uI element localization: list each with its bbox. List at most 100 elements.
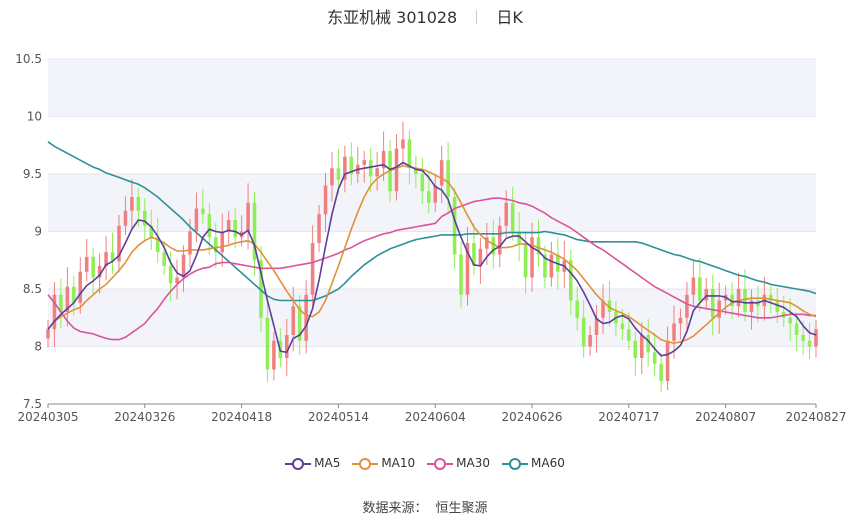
candle-body — [162, 252, 166, 266]
candle-body — [375, 168, 379, 177]
legend-marker-icon — [285, 457, 312, 470]
y-tick-label: 8.5 — [23, 282, 42, 296]
candle-body — [46, 329, 50, 339]
legend-marker-icon — [352, 457, 379, 470]
candle-body — [646, 335, 650, 353]
candle-body — [246, 202, 250, 232]
candle-body — [143, 210, 147, 226]
candle-body — [678, 317, 683, 324]
candle-body — [685, 294, 689, 318]
candle-body — [401, 139, 405, 149]
grid-band — [48, 59, 816, 117]
candle-body — [710, 289, 715, 318]
candle-body — [575, 300, 579, 318]
candlestick-chart: 7.5 8 8.5 9 9.5 10 10.5 20240305 20240326 2024041… — [15, 52, 846, 424]
candle-body — [265, 317, 270, 370]
chart-legend: MA5 MA10 MA30 MA60 — [0, 456, 850, 471]
candle-body — [323, 185, 328, 215]
candle-body — [368, 160, 373, 177]
candle-body — [310, 243, 315, 295]
candle-body — [52, 294, 57, 330]
legend-item-ma30[interactable]: MA30 — [427, 456, 490, 471]
candle-body — [530, 237, 534, 278]
candle-body — [220, 231, 225, 253]
candle-body — [691, 277, 696, 295]
legend-label: MA10 — [381, 456, 416, 470]
candle-body — [233, 220, 237, 238]
legend-label: MA60 — [531, 456, 565, 470]
candle-body — [394, 148, 399, 192]
candle-body — [801, 335, 805, 341]
y-tick-label: 10.5 — [15, 52, 42, 66]
data-source: 数据来源： 恒生聚源 — [0, 497, 850, 516]
candle-body — [291, 306, 296, 335]
candle-body — [659, 363, 663, 381]
candle-body — [743, 289, 747, 312]
candle-body — [207, 214, 212, 238]
x-tick-label: 20240418 — [211, 410, 272, 424]
candle-body — [698, 277, 702, 301]
candle-body — [285, 335, 289, 358]
candle-body — [652, 352, 657, 364]
source-value: 恒生聚源 — [435, 501, 488, 516]
candle-body — [272, 340, 276, 370]
legend-item-ma60[interactable]: MA60 — [502, 456, 565, 471]
y-tick-label: 10 — [27, 110, 42, 124]
y-tick-label: 7.5 — [23, 397, 42, 411]
candle-body — [452, 197, 457, 255]
legend-item-ma5[interactable]: MA5 — [285, 456, 340, 471]
candle-body — [788, 317, 792, 324]
candle-body — [168, 266, 173, 284]
candle-body — [362, 160, 367, 165]
candle-body — [807, 340, 812, 347]
candle-body — [123, 210, 128, 226]
candle-body — [194, 208, 199, 232]
candle-body — [201, 208, 205, 215]
candle-body — [704, 289, 709, 301]
candle-body — [523, 243, 528, 278]
candle-body — [439, 160, 444, 186]
candle-body — [794, 323, 799, 335]
x-tick-label: 20240514 — [308, 410, 369, 424]
candle-body — [426, 191, 431, 203]
source-label: 数据来源： — [362, 501, 428, 516]
legend-item-ma10[interactable]: MA10 — [352, 456, 415, 471]
x-tick-label: 20240827 — [785, 410, 846, 424]
candle-body — [330, 168, 334, 186]
x-tick-label: 20240717 — [598, 410, 659, 424]
y-tick-label: 8 — [34, 340, 42, 354]
candle-body — [510, 202, 515, 232]
x-tick-label: 20240604 — [405, 410, 466, 424]
candle-body — [78, 271, 83, 303]
candle-body — [91, 256, 95, 278]
candle-body — [130, 197, 134, 211]
candle-body — [581, 317, 586, 347]
candle-body — [497, 225, 502, 255]
candle-body — [620, 323, 625, 330]
candle-body — [639, 335, 644, 358]
candle-body — [336, 168, 341, 180]
candle-body — [407, 139, 412, 169]
x-tick-label: 20240807 — [695, 410, 756, 424]
candle-body — [459, 254, 463, 295]
candle-body — [420, 174, 425, 192]
candle-body — [665, 340, 670, 381]
legend-marker-icon — [427, 457, 454, 470]
x-tick-label: 20240626 — [501, 410, 562, 424]
legend-label: MA30 — [456, 456, 491, 470]
candle-body — [181, 254, 186, 278]
candle-body — [672, 323, 676, 341]
candle-body — [317, 214, 321, 243]
candle-body — [627, 329, 631, 341]
candle-body — [736, 289, 741, 307]
candle-body — [549, 254, 554, 278]
candle-body — [446, 160, 450, 197]
candle-body — [588, 335, 592, 347]
candle-body — [633, 340, 638, 358]
candle-body — [504, 202, 508, 226]
candle-body — [136, 197, 141, 211]
x-tick-label: 20240326 — [114, 410, 175, 424]
legend-label: MA5 — [314, 456, 341, 470]
x-tick-label: 20240305 — [17, 410, 78, 424]
candle-body — [84, 256, 89, 272]
